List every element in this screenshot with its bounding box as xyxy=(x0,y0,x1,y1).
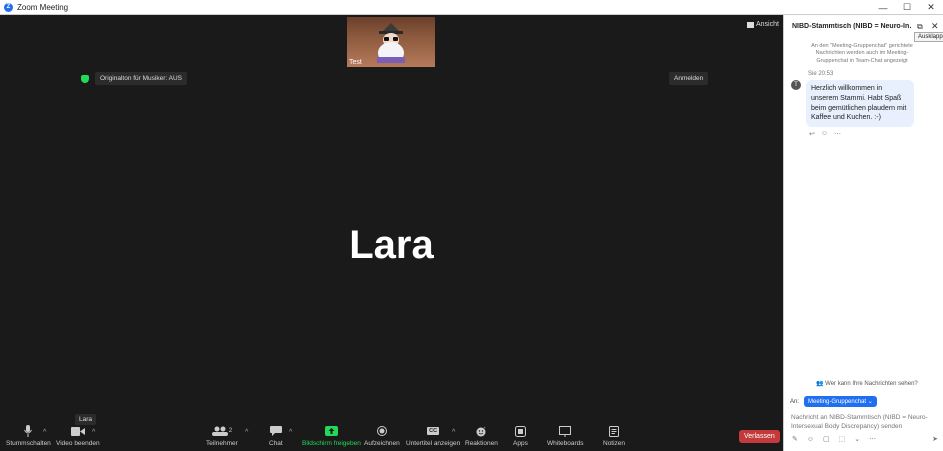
mute-label: Stummschalten xyxy=(6,440,51,447)
window-title: Zoom Meeting xyxy=(17,2,69,12)
participants-options-caret-icon[interactable]: ^ xyxy=(245,429,248,436)
maximize-button[interactable]: ☐ xyxy=(895,0,919,15)
more-options-icon[interactable]: ⋯ xyxy=(869,435,876,443)
record-label: Aufzeichnen xyxy=(364,440,400,447)
chat-info-note: An den "Meeting-Gruppenchat" gerichtete … xyxy=(811,43,913,64)
original-sound-indicator: Originalton für Musiker: AUS xyxy=(81,72,188,85)
signin-button[interactable]: Anmelden xyxy=(669,72,709,85)
whiteboards-label: Whiteboards xyxy=(547,440,584,447)
recipient-select[interactable]: Meeting-Gruppenchat ⌄ xyxy=(804,396,877,407)
shield-icon xyxy=(81,74,89,83)
record-icon xyxy=(376,425,387,437)
minimize-button[interactable]: — xyxy=(871,0,895,15)
send-icon[interactable]: ➤ xyxy=(932,435,938,443)
notes-icon xyxy=(609,425,620,437)
participant-count: 2 xyxy=(228,428,233,434)
chat-toolbar: ✎ ☺ ▢ ⬚ ⌄ ⋯ ➤ xyxy=(792,435,938,444)
svg-text:+: + xyxy=(483,426,486,430)
recipient-value: Meeting-Gruppenchat xyxy=(808,399,867,405)
participants-label: Teilnehmer xyxy=(206,440,238,447)
message-actions: ↩ ☺ ⋯ xyxy=(809,130,841,138)
who-can-see-link[interactable]: 👥 Wer kann Ihre Nachrichten sehen? xyxy=(816,380,918,387)
notes-label: Notizen xyxy=(603,440,626,447)
microphone-icon xyxy=(24,425,33,437)
reactions-button[interactable]: + Reaktionen xyxy=(465,425,498,448)
captions-options-caret-icon[interactable]: ^ xyxy=(452,429,455,436)
popout-icon[interactable]: ⧉ xyxy=(917,22,923,32)
avatar: T xyxy=(791,80,801,90)
chat-button[interactable]: Chat xyxy=(269,425,283,447)
chevron-down-icon: ⌄ xyxy=(867,399,873,405)
apps-label: Apps xyxy=(513,440,528,447)
participant-video-image xyxy=(377,23,405,63)
original-sound-label[interactable]: Originalton für Musiker: AUS xyxy=(95,72,188,85)
smiley-plus-icon: + xyxy=(476,425,487,437)
video-options-caret-icon[interactable]: ^ xyxy=(92,429,95,436)
chat-label: Chat xyxy=(269,440,283,447)
apps-button[interactable]: Apps xyxy=(513,425,528,447)
more-icon[interactable]: ⋯ xyxy=(834,130,841,138)
record-button[interactable]: Aufzeichnen xyxy=(364,425,400,447)
title-bar: Z Zoom Meeting — ☐ ✕ xyxy=(0,0,943,15)
chevron-down-icon[interactable]: ⌄ xyxy=(854,435,860,443)
file-icon[interactable]: ▢ xyxy=(823,435,830,443)
participants-button[interactable]: 2 Teilnehmer xyxy=(206,425,238,447)
recipient-row: An: Meeting-Gruppenchat ⌄ xyxy=(790,396,877,407)
emoji-icon[interactable]: ☺ xyxy=(821,130,828,138)
thumbnail-name: Test xyxy=(349,59,362,66)
chat-title: NIBD-Stammtisch (NIBD = Neuro-In… xyxy=(792,23,912,30)
chat-panel: NIBD-Stammtisch (NIBD = Neuro-In… ⧉ ✕ Au… xyxy=(783,15,943,451)
chat-message-input[interactable] xyxy=(791,413,931,431)
participants-icon: 2 xyxy=(211,425,233,437)
close-icon[interactable]: ✕ xyxy=(931,21,939,32)
chat-options-caret-icon[interactable]: ^ xyxy=(289,429,292,436)
reply-icon[interactable]: ↩ xyxy=(809,130,815,138)
share-screen-button[interactable]: Bildschirm freigeben xyxy=(302,425,361,447)
stop-video-label: Video beenden xyxy=(56,440,100,447)
mute-options-caret-icon[interactable]: ^ xyxy=(43,429,46,436)
video-thumbnail[interactable]: Test xyxy=(347,17,435,67)
recipient-label: An: xyxy=(790,398,800,405)
screenshot-icon[interactable]: ⬚ xyxy=(839,435,846,443)
apps-icon xyxy=(514,425,526,437)
share-screen-icon xyxy=(324,425,338,437)
reactions-label: Reaktionen xyxy=(465,440,498,447)
meeting-area: Test Ansicht Originalton für Musiker: AU… xyxy=(0,15,783,451)
close-window-button[interactable]: ✕ xyxy=(919,0,943,15)
zoom-logo-icon: Z xyxy=(4,2,13,12)
leave-button[interactable]: Verlassen xyxy=(739,430,780,443)
captions-icon: CC xyxy=(427,425,440,437)
view-label: Ansicht xyxy=(756,21,779,28)
captions-label: Untertitel anzeigen xyxy=(406,440,461,447)
who-can-see-label: Wer kann Ihre Nachrichten sehen? xyxy=(825,381,918,387)
collapse-tooltip: Ausklappe xyxy=(914,32,943,42)
share-screen-label: Bildschirm freigeben xyxy=(302,440,361,447)
window-controls: — ☐ ✕ xyxy=(871,0,943,15)
notes-button[interactable]: Notizen xyxy=(603,425,625,447)
captions-badge: CC xyxy=(427,427,440,435)
format-icon[interactable]: ✎ xyxy=(792,435,798,443)
meeting-toolbar: Stummschalten ^ Video beenden ^ 2 Teilne… xyxy=(0,422,783,451)
chat-bubble-icon xyxy=(269,425,282,437)
chat-message[interactable]: Herzlich willkommen in unserem Stammi. H… xyxy=(806,80,914,128)
people-icon: 👥 xyxy=(816,381,824,387)
grid-view-icon xyxy=(747,21,754,28)
whiteboard-icon xyxy=(559,425,572,437)
view-button[interactable]: Ansicht xyxy=(747,21,779,28)
active-speaker-name: Lara xyxy=(349,223,434,267)
emoji-picker-icon[interactable]: ☺ xyxy=(807,436,814,443)
whiteboards-button[interactable]: Whiteboards xyxy=(547,425,584,447)
video-camera-icon xyxy=(70,425,85,437)
message-timestamp: Sie 20:53 xyxy=(808,71,834,77)
